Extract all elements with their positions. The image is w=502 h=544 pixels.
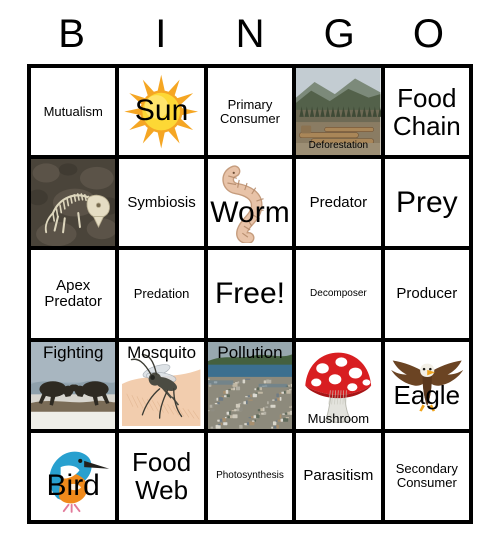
bingo-cell-g4[interactable]: Mushroom xyxy=(296,341,381,429)
bingo-cell-label-o4: Eagle xyxy=(393,380,461,411)
bingo-cell-label-n4: Pollution xyxy=(217,342,283,362)
header-letter-b: B xyxy=(58,12,85,56)
bingo-cell-label-o1: Food Chain xyxy=(392,82,461,141)
header-letter-n: N xyxy=(235,12,265,56)
bingo-cell-label-i3: Predation xyxy=(133,285,190,301)
bingo-header-row: B I N G O xyxy=(27,6,473,62)
header-letter-g: G xyxy=(323,12,355,56)
bingo-cell-label-o5: Secondary Consumer xyxy=(395,461,458,491)
bingo-cell-n2[interactable]: Worm xyxy=(207,159,293,247)
header-letter-i: I xyxy=(155,12,167,56)
bingo-cell-label-i1: Sun xyxy=(134,94,189,128)
bingo-cell-b5[interactable]: Bird xyxy=(31,432,116,520)
bingo-cell-label-g3: Decomposer xyxy=(310,287,367,299)
bingo-cell-b4[interactable]: Fighting xyxy=(31,341,116,429)
bingo-cell-g1[interactable]: Deforestation xyxy=(296,68,381,156)
bingo-cell-o5[interactable]: Secondary Consumer xyxy=(384,432,469,520)
bingo-cell-n5[interactable]: Photosynthesis xyxy=(207,432,293,520)
bingo-cell-label-o3: Producer xyxy=(396,284,458,302)
bingo-cell-label-n2: Worm xyxy=(210,195,290,229)
bingo-cell-label-n1: Primary Consumer xyxy=(220,96,280,126)
bingo-cell-b2[interactable] xyxy=(31,159,116,247)
fossil-photo xyxy=(31,159,116,247)
bingo-cell-o1[interactable]: Food Chain xyxy=(384,68,469,156)
bingo-card: B I N G O Mutualism Sun Primary Consumer xyxy=(0,0,502,544)
bingo-cell-o2[interactable]: Prey xyxy=(384,159,469,247)
bingo-cell-g3[interactable]: Decomposer xyxy=(296,250,381,338)
bingo-cell-i2[interactable]: Symbiosis xyxy=(119,159,204,247)
bingo-cell-label-b3: Apex Predator xyxy=(44,276,102,310)
bingo-cell-label-b1: Mutualism xyxy=(43,103,103,119)
header-letter-o: O xyxy=(412,12,444,56)
bingo-cell-n1[interactable]: Primary Consumer xyxy=(207,68,293,156)
bingo-grid: Mutualism Sun Primary Consumer Deforesta… xyxy=(27,64,473,524)
bingo-cell-g5[interactable]: Parasitism xyxy=(296,432,381,520)
bingo-cell-label-i2: Symbiosis xyxy=(127,193,196,211)
bingo-cell-label-b4: Fighting xyxy=(42,342,104,362)
bingo-cell-i5[interactable]: Food Web xyxy=(119,432,204,520)
bingo-cell-label-i4: Mosquito xyxy=(127,342,197,362)
bingo-cell-n3[interactable]: Free! xyxy=(207,250,293,338)
bingo-cell-label-n5: Photosynthesis xyxy=(216,469,284,481)
bingo-cell-label-g1: Deforestation xyxy=(308,140,369,152)
bingo-cell-label-g2: Predator xyxy=(309,193,368,211)
bingo-cell-label-o2: Prey xyxy=(395,185,458,219)
bingo-cell-label-g4: Mushroom xyxy=(307,410,370,426)
bingo-cell-i1[interactable]: Sun xyxy=(119,68,204,156)
bingo-cell-b3[interactable]: Apex Predator xyxy=(31,250,116,338)
bingo-cell-label-i5: Food Web xyxy=(131,447,192,506)
bingo-cell-b1[interactable]: Mutualism xyxy=(31,68,116,156)
bingo-cell-g2[interactable]: Predator xyxy=(296,159,381,247)
bingo-cell-i4[interactable]: Mosquito xyxy=(119,341,204,429)
bingo-cell-i3[interactable]: Predation xyxy=(119,250,204,338)
bingo-cell-n4[interactable]: Pollution xyxy=(207,341,293,429)
bingo-cell-o3[interactable]: Producer xyxy=(384,250,469,338)
fossil-art xyxy=(31,159,116,247)
bingo-cell-label-g5: Parasitism xyxy=(303,467,374,485)
bingo-cell-label-n3: Free! xyxy=(214,276,285,310)
bingo-cell-o4[interactable]: Eagle xyxy=(384,341,469,429)
bingo-cell-label-b5: Bird xyxy=(46,469,100,503)
